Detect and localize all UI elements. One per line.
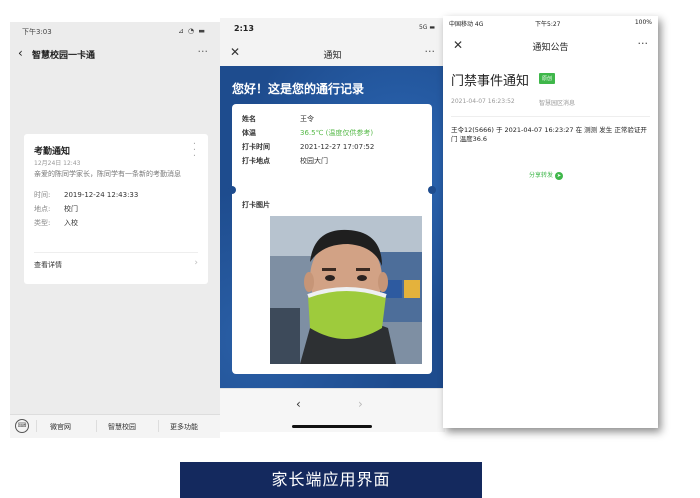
status-bar: 下午3:03 ⊿ ◔ ▬ bbox=[10, 22, 220, 40]
row-label: 姓名 bbox=[242, 115, 256, 123]
record-row-name: 姓名 王令 bbox=[242, 114, 314, 124]
nav-bar: ✕ 通知公告 ··· bbox=[443, 32, 658, 58]
temperature-value: 36.5℃ (温度仅供参考) bbox=[300, 129, 374, 137]
forward-arrow-icon[interactable]: › bbox=[358, 397, 363, 411]
notice-divider bbox=[451, 116, 650, 117]
row-value: 2021-12-27 17:07:52 bbox=[300, 143, 375, 151]
person-photo-illustration bbox=[270, 216, 422, 364]
chevron-right-icon: › bbox=[194, 258, 198, 268]
record-row-time: 打卡时间 2021-12-27 17:07:52 bbox=[242, 142, 374, 152]
card-row-location: 地点: 校门 bbox=[34, 204, 78, 214]
more-icon[interactable]: ··· bbox=[198, 45, 209, 58]
home-indicator bbox=[292, 425, 372, 428]
nav-title: 智慧校园一卡通 bbox=[32, 51, 96, 61]
notice-heading: 门禁事件通知 bbox=[451, 74, 530, 89]
nav-bar: ‹ 智慧校园一卡通 ··· bbox=[10, 40, 220, 68]
row-value: 王令 bbox=[300, 115, 314, 123]
row-label: 类型: bbox=[34, 219, 51, 227]
status-icons: ⊿ ◔ ▬ bbox=[177, 27, 206, 35]
phone-screen-notice: 中国移动 4G 下午5:27 100% ✕ 通知公告 ··· 门禁事件通知 原创… bbox=[443, 16, 658, 428]
card-menu-icon[interactable]: · · · bbox=[193, 140, 196, 162]
nav-title: 通知公告 bbox=[532, 43, 569, 53]
caption-banner: 家长端应用界面 bbox=[180, 462, 482, 498]
menu-divider bbox=[96, 420, 97, 432]
menu-divider bbox=[36, 420, 37, 432]
row-value: 校门 bbox=[64, 205, 78, 213]
browser-toolbar: ‹ › bbox=[220, 388, 445, 432]
ticket-notch bbox=[428, 186, 436, 194]
row-value: 校园大门 bbox=[300, 157, 328, 165]
nav-bar: ✕ 通知 ··· bbox=[220, 40, 445, 66]
status-time: 2:13 bbox=[234, 24, 254, 33]
share-label: 分享转发 bbox=[529, 172, 554, 179]
notice-source[interactable]: 智慧园区消息 bbox=[539, 98, 575, 107]
record-row-location: 打卡地点 校园大门 bbox=[242, 156, 328, 166]
status-time: 下午3:03 bbox=[22, 28, 52, 36]
row-value: 2019-12-24 12:43:33 bbox=[64, 191, 139, 199]
row-label: 打卡时间 bbox=[242, 143, 270, 151]
status-icons: 5G ▬ bbox=[418, 24, 435, 31]
row-label: 体温 bbox=[242, 129, 256, 137]
row-value: 入校 bbox=[64, 219, 78, 227]
phone-screen-attendance: 下午3:03 ⊿ ◔ ▬ ‹ 智慧校园一卡通 ··· 考勤通知 · · · 12月2… bbox=[10, 22, 220, 438]
attendance-card[interactable]: 考勤通知 · · · 12月24日 12:43 亲爱的陈同学家长，陈同学有一条新的考… bbox=[24, 134, 208, 284]
notice-time: 2021-04-07 16:23:52 bbox=[451, 98, 515, 105]
menu-item-more[interactable]: 更多功能 bbox=[170, 422, 198, 432]
record-headline: 您好！这是您的通行记录 bbox=[232, 82, 365, 96]
nav-title: 通知 bbox=[323, 51, 342, 61]
menu-divider bbox=[158, 420, 159, 432]
card-row-type: 类型: 入校 bbox=[34, 218, 78, 228]
status-time: 下午5:27 bbox=[535, 21, 561, 28]
back-icon[interactable]: ‹ bbox=[18, 46, 23, 60]
row-label: 地点: bbox=[34, 205, 51, 213]
status-battery: 100% bbox=[634, 19, 652, 26]
card-title: 考勤通知 bbox=[34, 147, 71, 157]
keyboard-icon[interactable]: ⌨ bbox=[15, 419, 29, 433]
record-ticket: 姓名 王令 体温 36.5℃ (温度仅供参考) 打卡时间 2021-12-27 17:… bbox=[228, 104, 436, 374]
share-icon: ➤ bbox=[555, 172, 564, 180]
checkin-photo bbox=[270, 216, 422, 364]
card-message: 亲爱的陈同学家长，陈同学有一条新的考勤消息 bbox=[34, 170, 181, 178]
record-row-temperature: 体温 36.5℃ (温度仅供参考) bbox=[242, 128, 373, 138]
photo-label: 打卡图片 bbox=[242, 201, 270, 209]
ticket-notch bbox=[228, 186, 236, 194]
notice-body: 王令12(5666) 于 2021-04-07 16:23:27 在 测测 发生… bbox=[451, 126, 647, 143]
share-button[interactable]: 分享转发 ➤ bbox=[529, 170, 564, 180]
menu-item-micro-site[interactable]: 微官网 bbox=[50, 422, 71, 432]
bottom-menu: ⌨ 微官网 智慧校园 更多功能 bbox=[10, 414, 220, 438]
view-detail-link[interactable]: 查看详情 bbox=[34, 260, 62, 270]
more-icon[interactable]: ··· bbox=[425, 45, 436, 58]
status-bar: 中国移动 4G 下午5:27 100% bbox=[443, 16, 658, 30]
status-carrier: 中国移动 4G bbox=[449, 21, 484, 28]
row-label: 打卡地点 bbox=[242, 157, 270, 165]
row-label: 时间: bbox=[34, 191, 51, 199]
card-divider bbox=[34, 252, 198, 253]
menu-item-smart-campus[interactable]: 智慧校园 bbox=[108, 422, 136, 432]
back-arrow-icon[interactable]: ‹ bbox=[296, 397, 301, 411]
original-badge: 原创 bbox=[539, 73, 556, 84]
more-icon[interactable]: ··· bbox=[638, 37, 649, 50]
status-bar: 2:13 5G ▬ bbox=[220, 18, 445, 38]
phone-screen-access-record: 2:13 5G ▬ ✕ 通知 ··· 您好！这是您的通行记录 姓名 王令 体温 36… bbox=[220, 18, 445, 432]
card-row-time: 时间: 2019-12-24 12:43:33 bbox=[34, 190, 138, 200]
card-date: 12月24日 12:43 bbox=[34, 160, 81, 167]
